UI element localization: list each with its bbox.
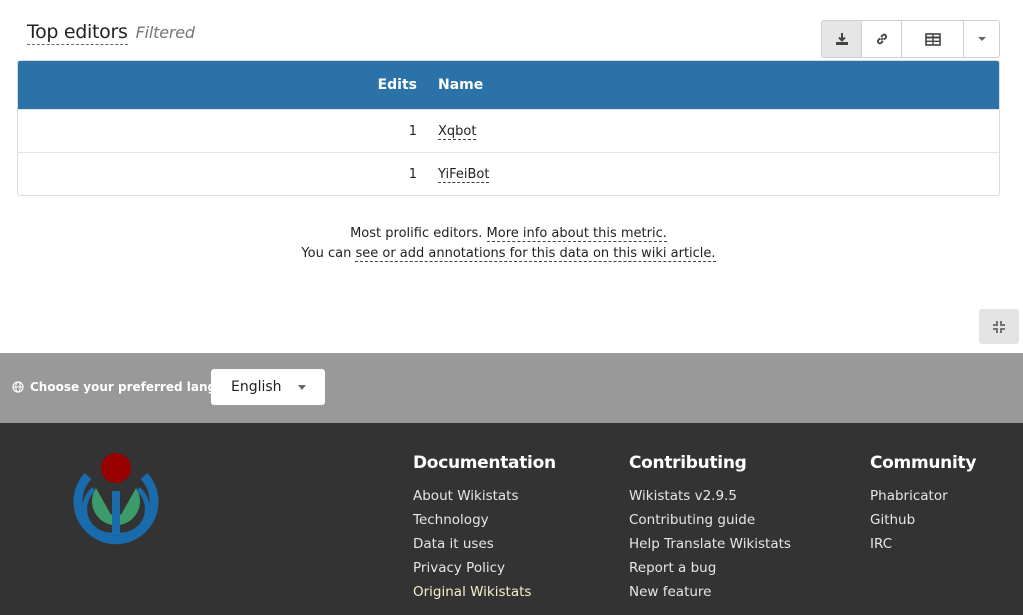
download-button[interactable]	[822, 21, 862, 57]
top-editors-table: Edits Name 1 Xqbot 1 YiFeiBot	[17, 60, 1000, 196]
caption-text: Most prolific editors.	[350, 226, 483, 241]
caption-line-2: You can see or add annotations for this …	[0, 244, 1017, 264]
footer-link-version[interactable]: Wikistats v2.9.5	[629, 487, 791, 511]
edits-cell: 1	[408, 123, 417, 139]
footer-heading: Documentation	[413, 453, 556, 473]
table-view-button[interactable]	[902, 21, 964, 57]
footer-link-contributing-guide[interactable]: Contributing guide	[629, 511, 791, 535]
footer-heading: Contributing	[629, 453, 747, 473]
compress-icon	[993, 320, 1005, 333]
link-icon	[876, 33, 887, 45]
footer-link-data[interactable]: Data it uses	[413, 535, 556, 559]
filter-label: Filtered	[135, 23, 195, 42]
column-header-name[interactable]: Name	[417, 77, 483, 93]
chevron-down-icon	[977, 37, 986, 41]
editor-link[interactable]: YiFeiBot	[438, 166, 490, 183]
table-icon	[924, 32, 941, 46]
widget-title: Top editors Filtered	[27, 20, 195, 45]
view-dropdown-button[interactable]	[964, 21, 999, 57]
column-header-edits[interactable]: Edits	[18, 77, 417, 93]
name-cell: Xqbot	[417, 123, 477, 140]
footer-link-report-bug[interactable]: Report a bug	[629, 559, 791, 583]
footer-link-new-feature[interactable]: New feature	[629, 583, 791, 607]
table-header: Edits Name	[18, 61, 999, 109]
footer-link-privacy[interactable]: Privacy Policy	[413, 559, 556, 583]
chevron-down-icon	[297, 384, 306, 390]
footer-link-original-wikistats[interactable]: Original Wikistats	[413, 583, 556, 607]
table-row: 1 YiFeiBot	[18, 152, 999, 195]
selected-language: English	[231, 379, 282, 395]
top-editors-widget: Top editors Filtered Edits Name 1 Xqbot …	[0, 0, 1023, 353]
edits-cell: 1	[408, 166, 417, 182]
widget-toolbar	[821, 20, 1000, 58]
editor-link[interactable]: Xqbot	[438, 123, 477, 140]
metric-info-link[interactable]: More info about this metric.	[486, 226, 667, 242]
metric-caption: Most prolific editors. More info about t…	[0, 224, 1017, 264]
widget-title-text[interactable]: Top editors	[27, 20, 128, 45]
caption-line-1: Most prolific editors. More info about t…	[0, 224, 1017, 244]
footer-link-translate[interactable]: Help Translate Wikistats	[629, 535, 791, 559]
footer-column-contributing: Contributing Wikistats v2.9.5 Contributi…	[629, 453, 791, 607]
footer-link-github[interactable]: Github	[870, 511, 976, 535]
permalink-button[interactable]	[862, 21, 902, 57]
language-select[interactable]: English	[211, 369, 325, 405]
footer-link-about[interactable]: About Wikistats	[413, 487, 556, 511]
name-cell: YiFeiBot	[417, 166, 490, 183]
wikimedia-logo-icon[interactable]	[66, 451, 166, 551]
footer-column-community: Community Phabricator Github IRC	[870, 453, 976, 559]
site-footer: Documentation About Wikistats Technology…	[0, 423, 1023, 615]
collapse-button[interactable]	[979, 309, 1019, 344]
footer-column-documentation: Documentation About Wikistats Technology…	[413, 453, 556, 607]
caption-text: You can	[301, 246, 352, 261]
annotations-link[interactable]: see or add annotations for this data on …	[355, 246, 716, 262]
footer-link-phabricator[interactable]: Phabricator	[870, 487, 976, 511]
table-row: 1 Xqbot	[18, 109, 999, 152]
language-bar: Choose your preferred language English	[0, 353, 1023, 423]
footer-heading: Community	[870, 453, 977, 473]
globe-icon	[12, 381, 24, 393]
footer-link-irc[interactable]: IRC	[870, 535, 976, 559]
footer-link-technology[interactable]: Technology	[413, 511, 556, 535]
download-icon	[835, 33, 848, 45]
